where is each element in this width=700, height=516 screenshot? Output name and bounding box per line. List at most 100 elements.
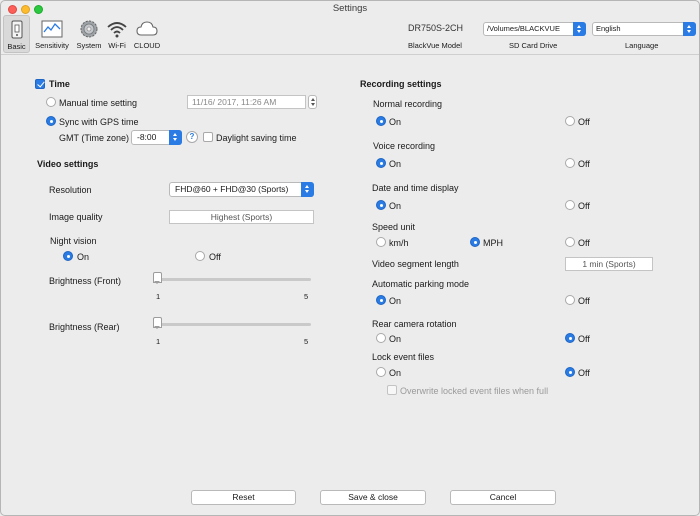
normal-recording-on-radio[interactable] — [376, 116, 386, 126]
tab-wifi[interactable]: Wi-Fi — [105, 15, 129, 53]
rear-rotation-on-radio[interactable] — [376, 333, 386, 343]
parking-mode-on-radio[interactable] — [376, 295, 386, 305]
image-quality-field[interactable]: Highest (Sports) — [169, 210, 314, 224]
rear-rotation-on-label: On — [389, 334, 402, 344]
tab-basic[interactable]: Basic — [3, 15, 30, 53]
model-name: DR750S-2CH — [408, 23, 464, 33]
voice-recording-on-label: On — [389, 159, 402, 169]
brightness-rear-knob[interactable] — [153, 317, 162, 329]
speed-mph-radio[interactable] — [470, 237, 480, 247]
tab-system[interactable]: System — [73, 15, 105, 53]
night-vision-label: Night vision — [50, 236, 97, 246]
dst-label: Daylight saving time — [216, 133, 297, 143]
window-title: Settings — [332, 3, 368, 14]
dst-checkbox[interactable] — [203, 132, 213, 142]
resolution-value: FHD@60 + FHD@30 (Sports) — [175, 184, 289, 194]
language-select[interactable]: English — [592, 22, 696, 36]
brightness-front-knob[interactable] — [153, 272, 162, 284]
brightness-front-max: 5 — [304, 292, 309, 301]
gmt-select[interactable]: -8:00 — [131, 130, 182, 145]
voice-recording-off-label: Off — [578, 159, 590, 169]
cancel-button[interactable]: Cancel — [450, 490, 556, 505]
time-checkbox[interactable] — [35, 79, 45, 89]
brightness-front-label: Brightness (Front) — [49, 276, 122, 286]
gps-time-radio[interactable] — [46, 116, 56, 126]
datetime-display-label: Date and time display — [372, 183, 459, 193]
voice-recording-off-radio[interactable] — [565, 158, 575, 168]
overwrite-locked-checkbox[interactable] — [387, 385, 397, 395]
time-section-title: Time — [49, 79, 70, 89]
voice-recording-on-radio[interactable] — [376, 158, 386, 168]
datetime-display-on-radio[interactable] — [376, 200, 386, 210]
rear-rotation-off-radio[interactable] — [565, 333, 575, 343]
language-label: Language — [625, 41, 659, 50]
close-window-button[interactable] — [8, 5, 17, 14]
chevron-updown-icon — [683, 22, 696, 36]
minimize-window-button[interactable] — [21, 5, 30, 14]
brightness-rear-min: 1 — [156, 337, 161, 346]
normal-recording-off-radio[interactable] — [565, 116, 575, 126]
title-bar: Settings — [1, 1, 699, 15]
time-stepper[interactable] — [308, 95, 317, 109]
video-section-title: Video settings — [37, 159, 99, 169]
speed-off-label: Off — [578, 238, 590, 248]
datetime-display-off-radio[interactable] — [565, 200, 575, 210]
chevron-down-icon — [169, 130, 182, 145]
settings-window: Settings Basic Sensitivity System Wi-Fi … — [0, 0, 700, 516]
parking-mode-on-label: On — [389, 296, 402, 306]
lock-event-on-label: On — [389, 368, 402, 378]
resolution-label: Resolution — [49, 185, 92, 195]
tab-cloud[interactable]: CLOUD — [131, 15, 163, 53]
sd-card-select[interactable]: /Volumes/BLACKVUE — [483, 22, 586, 36]
night-vision-on-radio[interactable] — [63, 251, 73, 261]
parking-mode-off-label: Off — [578, 296, 590, 306]
manual-time-radio[interactable] — [46, 97, 56, 107]
image-quality-value: Highest (Sports) — [210, 212, 273, 222]
tab-sensitivity[interactable]: Sensitivity — [33, 15, 71, 53]
night-vision-off-radio[interactable] — [195, 251, 205, 261]
tab-sensitivity-label: Sensitivity — [35, 41, 69, 50]
lock-event-label: Lock event files — [372, 352, 435, 362]
segment-length-value: 1 min (Sports) — [582, 259, 636, 269]
save-close-button[interactable]: Save & close — [320, 490, 426, 505]
brightness-rear-label: Brightness (Rear) — [49, 322, 120, 332]
normal-recording-on-label: On — [389, 117, 402, 127]
parking-mode-off-radio[interactable] — [565, 295, 575, 305]
image-quality-label: Image quality — [49, 212, 103, 222]
manual-time-label: Manual time setting — [59, 98, 138, 108]
rear-rotation-label: Rear camera rotation — [372, 319, 457, 329]
zoom-window-button[interactable] — [34, 5, 43, 14]
chart-icon — [40, 18, 64, 40]
tab-cloud-label: CLOUD — [133, 41, 161, 50]
reset-button-label: Reset — [232, 492, 255, 502]
segment-length-field[interactable]: 1 min (Sports) — [565, 257, 653, 271]
save-close-button-label: Save & close — [348, 492, 398, 502]
segment-length-label: Video segment length — [372, 259, 459, 269]
chevron-updown-icon — [301, 182, 314, 197]
help-icon[interactable]: ? — [186, 131, 198, 143]
brightness-front-slider[interactable] — [157, 278, 311, 281]
normal-recording-label: Normal recording — [373, 99, 443, 109]
speed-kmh-label: km/h — [389, 238, 409, 248]
lock-event-off-radio[interactable] — [565, 367, 575, 377]
resolution-select[interactable]: FHD@60 + FHD@30 (Sports) — [169, 182, 314, 197]
toolbar: Basic Sensitivity System Wi-Fi CLOUD DR7… — [1, 15, 699, 55]
manual-time-field[interactable]: 11/16/ 2017, 11:26 AM — [187, 95, 306, 109]
tab-wifi-label: Wi-Fi — [108, 41, 126, 50]
speed-off-radio[interactable] — [565, 237, 575, 247]
tab-basic-label: Basic — [7, 42, 26, 51]
speed-unit-label: Speed unit — [372, 222, 416, 232]
night-vision-off-label: Off — [209, 252, 221, 262]
model-label: BlackVue Model — [408, 41, 462, 50]
brightness-rear-max: 5 — [304, 337, 309, 346]
wifi-icon — [105, 18, 129, 40]
brightness-rear-slider[interactable] — [157, 323, 311, 326]
brightness-front-min: 1 — [156, 292, 161, 301]
manual-time-value: 11/16/ 2017, 11:26 AM — [192, 97, 277, 107]
speed-kmh-radio[interactable] — [376, 237, 386, 247]
tab-system-label: System — [76, 41, 102, 50]
lock-event-on-radio[interactable] — [376, 367, 386, 377]
recording-section-title: Recording settings — [360, 79, 442, 89]
speed-mph-label: MPH — [483, 238, 503, 248]
reset-button[interactable]: Reset — [191, 490, 296, 505]
